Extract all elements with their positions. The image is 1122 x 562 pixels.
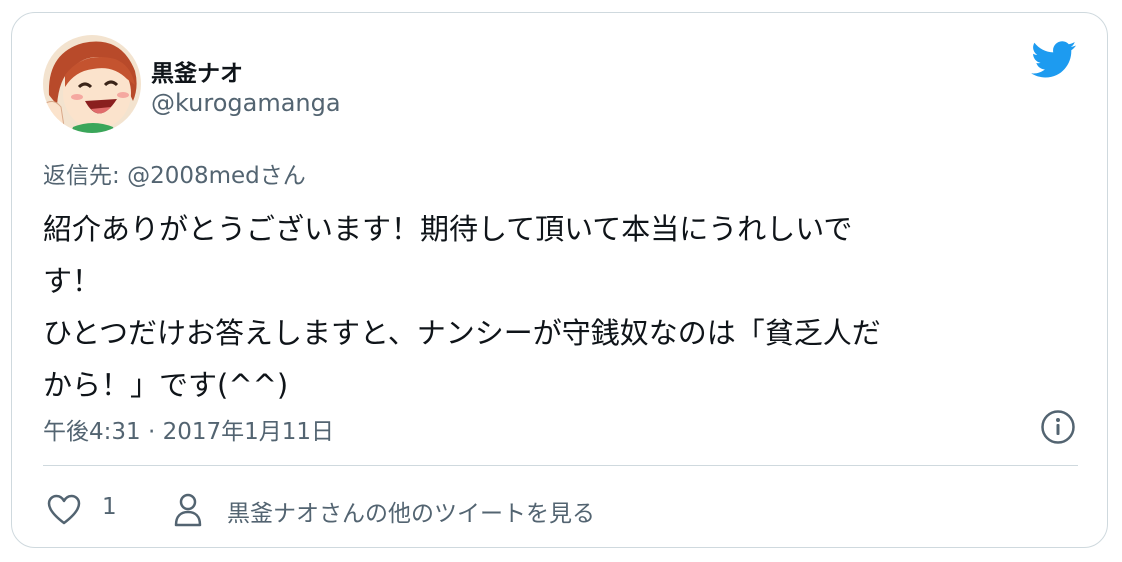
info-icon[interactable] <box>1040 409 1076 445</box>
replying-suffix: さん <box>259 163 306 189</box>
person-icon[interactable] <box>174 493 202 527</box>
twitter-bird-icon[interactable] <box>1031 41 1077 79</box>
author-display-name[interactable]: 黒釜ナオ <box>151 54 243 88</box>
divider <box>43 465 1078 466</box>
tweet-text: 紹介ありがとうございます！期待して頂いて本当にうれしいで す！ ひとつだけお答え… <box>43 212 881 402</box>
like-count[interactable]: 1 <box>102 494 117 520</box>
tweet-card: 黒釜ナオ @kurogamanga 返信先: @2008medさん 紹介ありがと… <box>11 12 1108 548</box>
reply-mention-link[interactable]: @2008med <box>127 163 260 189</box>
heart-icon[interactable] <box>47 494 81 526</box>
replying-prefix: 返信先: <box>43 163 128 189</box>
author-avatar[interactable] <box>43 35 141 133</box>
author-handle[interactable]: @kurogamanga <box>151 89 341 117</box>
tweet-timestamp[interactable]: 午後4:31 · 2017年1月11日 <box>43 412 334 446</box>
replying-to: 返信先: @2008medさん <box>43 156 306 190</box>
see-more-tweets-link[interactable]: 黒釜ナオさんの他のツイートを見る <box>227 494 595 528</box>
